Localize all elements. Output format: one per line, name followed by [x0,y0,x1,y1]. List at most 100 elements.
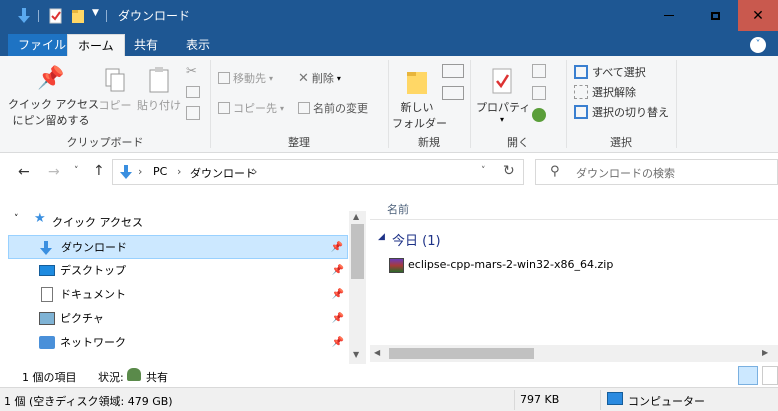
details-view-icon[interactable] [738,366,758,385]
column-name[interactable]: 名前 [387,201,409,217]
select-none-icon [574,85,588,99]
new-item-icon[interactable] [442,64,464,78]
search-box[interactable]: ⚲ ダウンロードの検索 [535,159,778,185]
tab-home[interactable]: ホーム [67,34,125,56]
nav-item-label: デスクトップ [60,264,126,277]
pin-icon[interactable]: 📌 [332,307,344,331]
group-organize-label: 整理 [288,136,310,149]
pin-to-quick-access-button[interactable]: 📌 クイック アクセス にピン留めする [8,66,99,128]
expand-icon[interactable]: ˅ [14,214,19,224]
breadcrumb-pc[interactable]: PC [153,165,167,178]
address-dropdown-icon[interactable]: ˅ [481,166,486,176]
maximize-icon [710,11,720,20]
search-icon: ⚲ [550,164,560,179]
scroll-up-icon[interactable]: ▲ [353,212,359,221]
group-header[interactable]: 今日 (1) [392,230,441,249]
customize-quick-access-icon[interactable]: ▼ [92,8,99,18]
new-folder-button[interactable]: 新しい フォルダー [392,66,447,131]
back-icon[interactable]: ← [18,164,30,180]
breadcrumb-separator: › [253,165,258,178]
move-to-icon [218,72,230,84]
paste-button[interactable]: 貼り付け [136,66,182,113]
free-space: 1 個 (空きディスク領域: 479 GB) [4,395,173,408]
copy-button[interactable]: コピー [98,66,132,113]
selection-size: 797 KB [520,393,560,406]
pin-icon[interactable]: 📌 [331,236,343,260]
maximize-button[interactable] [692,0,738,31]
navigation-bar: ← → ˅ ↑ › PC › ダウンロード › ˅ ↻ ⚲ ダウンロードの検索 [0,154,778,194]
forward-icon[interactable]: → [48,164,60,180]
select-all-icon [574,65,588,79]
nav-item-network[interactable]: ネットワーク 📌 [8,331,348,355]
nav-item-documents[interactable]: ドキュメント 📌 [8,283,348,307]
easy-access-icon[interactable] [442,86,464,100]
tab-share[interactable]: 共有 [124,34,168,56]
pin-icon[interactable]: 📌 [332,331,344,355]
group-collapse-icon[interactable]: ◢ [378,232,385,242]
open-icon[interactable] [532,64,546,78]
rename-icon [298,102,310,114]
pin-icon[interactable]: 📌 [332,283,344,307]
edit-icon[interactable] [532,86,546,100]
folder-icon [407,72,427,94]
content-hscrollbar-thumb[interactable] [389,348,534,359]
group-open-label: 開く [507,136,529,149]
cut-icon[interactable]: ✂ [186,64,197,79]
zip-archive-icon [389,258,404,273]
nav-item-desktop[interactable]: デスクトップ 📌 [8,259,348,283]
select-all-button[interactable]: すべて選択 [574,64,646,80]
file-name: eclipse-cpp-mars-2-win32-x86_64.zip [408,258,614,271]
download-icon [40,241,52,255]
search-placeholder: ダウンロードの検索 [576,167,675,180]
move-to-button[interactable]: 移動先 ▾ [218,70,273,86]
minimize-button[interactable] [646,0,692,31]
delete-button[interactable]: ✕ 削除 ▾ [298,70,341,86]
properties-icon[interactable] [48,7,64,25]
new-folder-icon[interactable] [70,7,86,25]
select-none-button[interactable]: 選択解除 [574,84,636,100]
state-value: 共有 [146,371,168,384]
scroll-right-icon[interactable]: ▶ [762,348,768,357]
column-header-row: 名前 [370,194,778,220]
title-bar: ▼ ダウンロード ✕ [0,0,778,31]
invert-selection-button[interactable]: 選択の切り替え [574,104,669,120]
address-bar[interactable]: › PC › ダウンロード › ˅ ↻ [112,159,524,185]
shared-users-icon [127,368,141,381]
window-title: ダウンロード [118,9,191,23]
copy-path-icon[interactable] [186,86,200,98]
scroll-left-icon[interactable]: ◀ [374,348,380,357]
copy-to-button[interactable]: コピー先 ▾ [218,100,284,116]
quick-access-header[interactable]: クイック アクセス [52,214,143,230]
recent-locations-icon[interactable]: ˅ [74,166,79,176]
refresh-icon[interactable]: ↻ [503,163,515,179]
nav-item-label: ピクチャ [60,312,104,325]
pictures-icon [39,312,55,325]
properties-button[interactable]: プロパティ ▾ [476,66,530,124]
network-icon [39,336,55,349]
nav-item-downloads[interactable]: ダウンロード 📌 [8,235,348,259]
group-separator [676,60,677,148]
file-row[interactable]: eclipse-cpp-mars-2-win32-x86_64.zip [370,254,778,276]
copy-to-icon [218,102,230,114]
computer-icon [607,392,623,405]
breadcrumb-separator: › [177,165,182,178]
paste-icon [149,67,169,93]
status-separator [600,390,601,410]
close-button[interactable]: ✕ [738,0,778,31]
scroll-down-icon[interactable]: ▼ [353,350,359,359]
download-location-icon [120,165,132,179]
ribbon-expand-icon[interactable]: ˅ [750,37,766,53]
up-icon[interactable]: ↑ [93,163,105,179]
download-arrow-icon[interactable] [16,7,32,25]
nav-item-pictures[interactable]: ピクチャ 📌 [8,307,348,331]
nav-scrollbar-thumb[interactable] [351,224,364,279]
rename-button[interactable]: 名前の変更 [298,100,368,116]
pin-icon[interactable]: 📌 [332,259,344,283]
group-new-label: 新規 [418,136,440,149]
large-icons-view-icon[interactable] [762,366,778,385]
tab-view[interactable]: 表示 [176,34,220,56]
history-icon[interactable] [532,108,546,122]
paste-shortcut-icon[interactable] [186,106,200,120]
tab-file[interactable]: ファイル [8,34,77,56]
breadcrumb-downloads[interactable]: ダウンロード [190,165,256,181]
